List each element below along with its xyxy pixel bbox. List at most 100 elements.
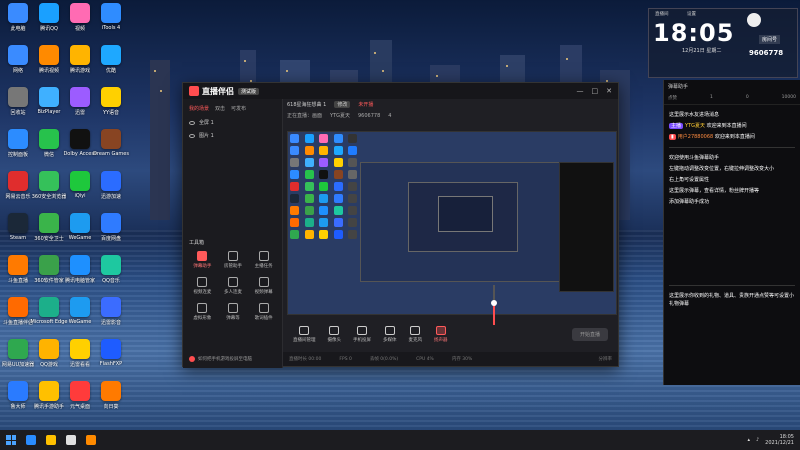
desktop-shortcut[interactable]: 百度网盘 bbox=[96, 213, 126, 242]
desktop-shortcut[interactable]: Dolby Access bbox=[63, 129, 97, 157]
desktop-shortcut[interactable]: 控制面板 bbox=[3, 129, 33, 158]
tab-my-scenes[interactable]: 我的场景 bbox=[189, 105, 209, 112]
live-streaming-app-window: 直播伴侣 测试版 — □ ✕ 我的场景 双击 可发布 全屏 1 图片 1 工具箱… bbox=[182, 82, 619, 368]
volume-icon[interactable]: ♪ bbox=[756, 437, 759, 443]
scene-item[interactable]: 图片 1 bbox=[183, 129, 282, 142]
desktop-shortcut[interactable]: WeGame bbox=[65, 297, 95, 325]
toolbox-tool[interactable]: 视频弹幕 bbox=[248, 277, 279, 295]
windows-start-icon[interactable] bbox=[6, 435, 16, 445]
toolbox-tool[interactable]: 房管助手 bbox=[218, 251, 249, 269]
desktop-shortcut[interactable]: 360安全浏览器 bbox=[32, 171, 66, 200]
desktop-shortcut[interactable]: 360安全卫士 bbox=[34, 213, 64, 242]
desktop-shortcut[interactable]: 迅雷看看 bbox=[65, 339, 95, 368]
edge-icon[interactable] bbox=[26, 435, 36, 445]
desktop-shortcut[interactable]: 斗鱼直播 bbox=[3, 255, 33, 284]
desktop-shortcut[interactable]: Microsoft Edge bbox=[31, 297, 67, 325]
desktop-shortcut[interactable]: WeGame bbox=[65, 213, 95, 241]
desktop-shortcut-label: 腾讯电脑管家 bbox=[65, 278, 96, 284]
tab-double[interactable]: 双击 bbox=[215, 105, 225, 112]
store-icon[interactable] bbox=[66, 435, 76, 445]
desktop-shortcut[interactable]: 回收站 bbox=[3, 87, 33, 116]
toolbox-title: 工具箱 bbox=[189, 240, 205, 246]
desktop-shortcut[interactable]: iTools 4 bbox=[96, 3, 126, 31]
desktop-shortcut[interactable]: 此电脑 bbox=[3, 3, 33, 32]
source-button[interactable]: 麦克风 bbox=[409, 325, 422, 343]
source-button[interactable]: 扬声器 bbox=[434, 325, 448, 343]
app-title-bar[interactable]: 直播伴侣 测试版 — □ ✕ bbox=[183, 83, 618, 99]
widget-header-right[interactable]: 设置 bbox=[687, 11, 696, 17]
preview-icon bbox=[319, 206, 329, 215]
desktop-shortcut-label: WeGame bbox=[68, 319, 92, 325]
desktop-shortcut[interactable]: 鲁大师 bbox=[3, 381, 33, 410]
desktop-shortcut[interactable]: 向日葵 bbox=[96, 381, 126, 410]
desktop-shortcut[interactable]: QQ游戏 bbox=[34, 339, 64, 368]
help-line: 欢迎使用斗鱼弹幕助手 bbox=[669, 155, 720, 161]
desktop-shortcut[interactable]: 腾讯手游助手 bbox=[34, 381, 64, 410]
close-icon[interactable]: ✕ bbox=[606, 87, 612, 95]
desktop-shortcut[interactable]: Steam bbox=[3, 213, 33, 241]
desktop-shortcut[interactable]: 网易云音乐 bbox=[3, 171, 33, 200]
desktop-shortcut[interactable]: QQ音乐 bbox=[96, 255, 126, 284]
desktop-shortcut[interactable]: YY语音 bbox=[96, 87, 126, 116]
toolbox-tool[interactable]: 弹幕等 bbox=[218, 303, 249, 321]
folder-icon[interactable] bbox=[46, 435, 56, 445]
desktop-shortcut-label: 微信 bbox=[43, 152, 54, 158]
desktop-shortcut[interactable]: 腾讯游戏 bbox=[65, 45, 95, 74]
desktop-shortcut[interactable]: 网络 bbox=[3, 45, 33, 74]
desktop-shortcut[interactable]: 360软件管家 bbox=[34, 255, 64, 284]
chat-username[interactable]: YTG夏天 bbox=[685, 123, 705, 129]
network-icon[interactable]: ▴ bbox=[747, 437, 750, 443]
desktop-icon-grid: 此电脑 腾讯QQ 视频 iTools 4 网络 腾讯视频 腾讯游戏 优酷回收站 BizPlaye… bbox=[0, 0, 132, 430]
edit-room-button[interactable]: 修改 bbox=[334, 101, 351, 108]
minimize-icon[interactable]: — bbox=[577, 87, 584, 95]
desktop-shortcut[interactable]: 元气桌面 bbox=[65, 381, 95, 410]
cast-hint-link[interactable]: 如何把手机游戏投屏至电脑 bbox=[189, 356, 252, 362]
speaker-volume-slider[interactable] bbox=[491, 285, 497, 325]
desktop-shortcut[interactable]: 迅雷 bbox=[65, 87, 95, 116]
desktop-shortcut[interactable]: 网易UU加速器 bbox=[2, 339, 34, 368]
chat-message: 这里展示水友进场消息 bbox=[669, 112, 720, 118]
source-button[interactable]: 摄像头 bbox=[328, 325, 341, 343]
maximize-icon[interactable]: □ bbox=[592, 87, 599, 95]
toolbox-tool[interactable]: 主播任务 bbox=[248, 251, 279, 269]
app-shortcut-icon bbox=[8, 129, 28, 149]
desktop-shortcut[interactable]: 视频 bbox=[65, 3, 95, 32]
app-shortcut-icon bbox=[101, 381, 121, 401]
douyu-app-icon[interactable] bbox=[86, 435, 96, 445]
source-button[interactable]: 多媒体 bbox=[383, 325, 397, 343]
app-shortcut-icon bbox=[70, 129, 90, 149]
desktop-shortcut[interactable]: 迅游加速 bbox=[96, 171, 126, 200]
start-live-button[interactable]: 开始直播 bbox=[571, 327, 608, 341]
source-button[interactable]: 直播间管理 bbox=[293, 325, 316, 343]
desktop-shortcut[interactable]: 腾讯电脑管家 bbox=[65, 255, 95, 284]
eye-icon[interactable] bbox=[189, 133, 195, 138]
desktop-shortcut[interactable]: 斗鱼直播伴侣 bbox=[3, 297, 33, 326]
stream-preview[interactable] bbox=[287, 131, 617, 315]
desktop-shortcut[interactable]: 腾讯视频 bbox=[34, 45, 64, 74]
eye-icon[interactable] bbox=[189, 120, 195, 125]
desktop-shortcut[interactable]: iQiyi bbox=[65, 171, 95, 199]
desktop-shortcut[interactable]: 迅雷影音 bbox=[96, 297, 126, 326]
toolbox-tool[interactable]: 弹幕助手 bbox=[187, 251, 218, 269]
desktop-shortcut[interactable]: BizPlayer bbox=[34, 87, 64, 115]
toolbox-tool[interactable]: 视频连麦 bbox=[187, 277, 218, 295]
chat-stat-1: 1 bbox=[709, 95, 713, 100]
desktop-shortcut[interactable]: 腾讯QQ bbox=[34, 3, 64, 32]
tray-clock[interactable]: 18:05 2021/12/21 bbox=[765, 434, 794, 446]
desktop-shortcut[interactable]: 优酷 bbox=[96, 45, 126, 74]
source-label: 手机投屏 bbox=[353, 337, 371, 343]
desktop-shortcut[interactable]: FlashFXP bbox=[96, 339, 126, 367]
desktop-shortcut[interactable]: Dream Games bbox=[93, 129, 129, 157]
toolbox-tool[interactable]: 多人连麦 bbox=[218, 277, 249, 295]
tab-publish[interactable]: 可发布 bbox=[231, 105, 246, 112]
desktop-shortcut-label: iQiyi bbox=[74, 193, 86, 199]
app-shortcut-icon bbox=[101, 171, 121, 191]
source-button[interactable]: 手机投屏 bbox=[353, 325, 371, 343]
toolbox-tool[interactable]: 歌词插件 bbox=[248, 303, 279, 321]
volume-knob[interactable] bbox=[491, 300, 497, 306]
toolbox-tool[interactable]: 虚拟形象 bbox=[187, 303, 218, 321]
desktop-shortcut-label: 优酷 bbox=[105, 68, 116, 74]
desktop-shortcut[interactable]: 微信 bbox=[34, 129, 64, 158]
chat-username[interactable]: 用户27880068 bbox=[678, 134, 713, 140]
scene-item[interactable]: 全屏 1 bbox=[183, 116, 282, 129]
